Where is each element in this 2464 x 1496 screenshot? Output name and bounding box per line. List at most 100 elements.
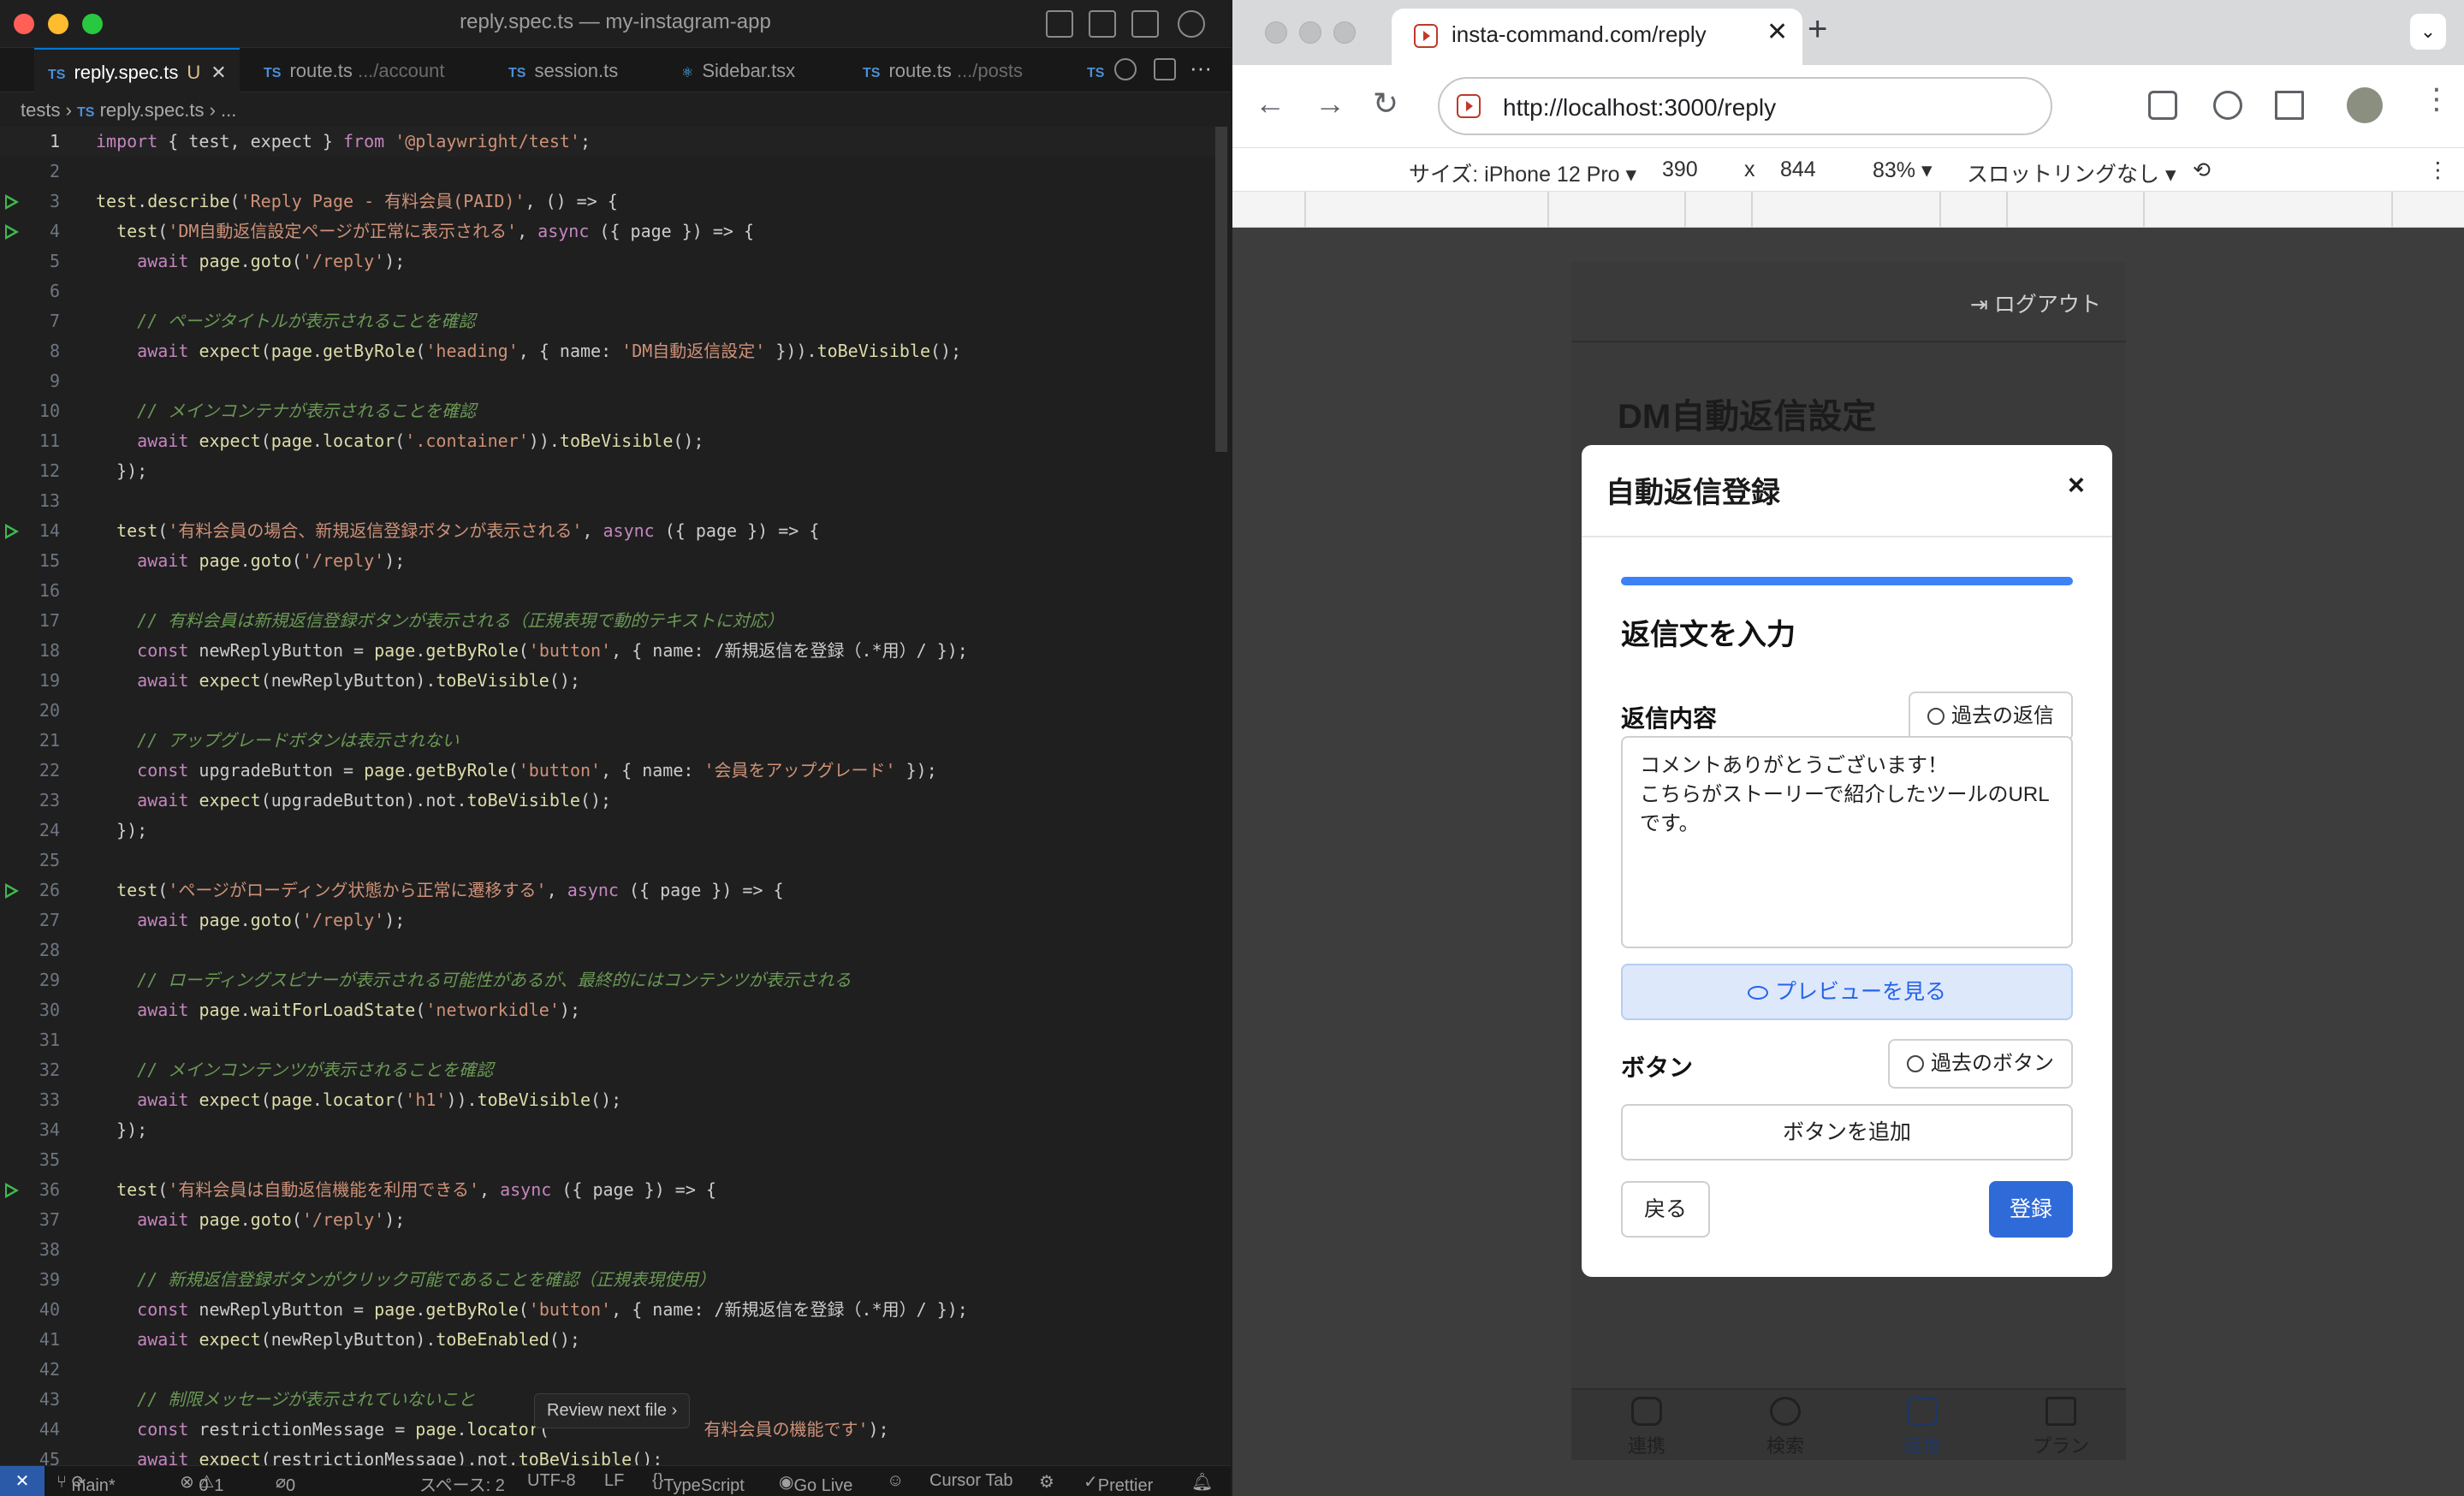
reply-content-textarea[interactable]	[1621, 736, 2073, 948]
code-line[interactable]: 4 test('DM自動返信設定ページが正常に表示される', async ({ …	[0, 217, 1215, 246]
eol-status[interactable]: LF	[604, 1471, 624, 1491]
code-line[interactable]: 31	[0, 1025, 1215, 1055]
code-line[interactable]: 42	[0, 1355, 1215, 1385]
profile-avatar[interactable]	[2347, 87, 2383, 123]
indentation-status[interactable]: スペース: 2	[419, 1471, 505, 1496]
problems-status[interactable]: ⊗ 0 ⚠ 1	[180, 1471, 223, 1495]
browser-menu-icon[interactable]: ⋮	[2422, 82, 2451, 116]
code-line[interactable]: 5 await page.goto('/reply');	[0, 246, 1215, 276]
device-height-input[interactable]: 844	[1780, 157, 1816, 182]
device-select[interactable]: サイズ: iPhone 12 Pro ▾	[1409, 157, 1636, 188]
code-line[interactable]: 32 // メインコンテンツが表示されることを確認	[0, 1055, 1215, 1085]
close-icon[interactable]: ✕	[211, 62, 226, 83]
tab-reply-spec[interactable]: TS reply.spec.ts U ✕	[34, 48, 240, 92]
extensions-icon[interactable]	[2148, 91, 2177, 120]
submit-button[interactable]: 登録	[1989, 1181, 2073, 1238]
code-line[interactable]: 37 await page.goto('/reply');	[0, 1205, 1215, 1235]
remote-icon[interactable]: ✕	[0, 1466, 45, 1496]
tab-session[interactable]: TS session.ts	[508, 48, 618, 92]
code-line[interactable]: 27 await page.goto('/reply');	[0, 905, 1215, 935]
performance-icon[interactable]	[2213, 91, 2242, 120]
editor-scrollbar[interactable]	[1215, 127, 1227, 452]
code-line[interactable]: 14 test('有料会員の場合、新規返信登録ボタンが表示される', async…	[0, 516, 1215, 546]
settings-sync-icon[interactable]: ⚙	[1039, 1471, 1054, 1493]
code-line[interactable]: 18 const newReplyButton = page.getByRole…	[0, 636, 1215, 666]
notifications-bell-icon[interactable]: 🔔︎	[1191, 1471, 1213, 1493]
reload-icon[interactable]: ↻	[1373, 86, 1398, 122]
code-line[interactable]: 26 test('ページがローディング状態から正常に遷移する', async (…	[0, 876, 1215, 905]
nav-reply[interactable]: 返信	[1888, 1397, 1956, 1458]
throttling-select[interactable]: スロットリングなし ▾	[1967, 157, 2176, 188]
back-button[interactable]: 戻る	[1621, 1181, 1710, 1238]
forward-arrow-icon[interactable]: →	[1315, 86, 1345, 122]
close-icon[interactable]: ×	[2068, 469, 2085, 502]
zoom-select[interactable]: 83% ▾	[1873, 157, 1933, 183]
code-line[interactable]: 8 await expect(page.getByRole('heading',…	[0, 336, 1215, 366]
tab-route-account[interactable]: TS route.ts .../account	[264, 48, 444, 92]
code-line[interactable]: 23 await expect(upgradeButton).not.toBeV…	[0, 786, 1215, 816]
past-buttons-button[interactable]: 過去のボタン	[1888, 1039, 2073, 1089]
split-editor-icon[interactable]	[1154, 58, 1176, 80]
review-next-file-button[interactable]: Review next file ›	[534, 1393, 691, 1428]
code-line[interactable]: 17 // 有料会員は新規返信登録ボタンが表示される（正規表現で動的テキストに対…	[0, 606, 1215, 636]
code-area[interactable]: 1 import { test, expect } from '@playwrig…	[0, 127, 1215, 1469]
add-button-button[interactable]: ボタンを追加	[1621, 1104, 2073, 1161]
back-arrow-icon[interactable]: ←	[1255, 86, 1285, 122]
new-tab-button[interactable]: +	[1808, 10, 1827, 49]
nav-link-connect[interactable]: 連携	[1612, 1397, 1681, 1458]
cursor-tab-status[interactable]: Cursor Tab	[929, 1471, 1012, 1491]
address-bar[interactable]: http://localhost:3000/reply	[1438, 77, 2052, 135]
past-replies-button[interactable]: 過去の返信	[1909, 692, 2073, 741]
code-line[interactable]: 2	[0, 157, 1215, 187]
code-line[interactable]: 24 });	[0, 816, 1215, 846]
branch-status[interactable]: ⑂ main* ⟳	[56, 1471, 116, 1495]
code-line[interactable]: 12 });	[0, 456, 1215, 486]
code-line[interactable]: 40 const newReplyButton = page.getByRole…	[0, 1295, 1215, 1325]
toggle-panel-icon[interactable]	[1089, 10, 1116, 38]
code-line[interactable]: 38	[0, 1235, 1215, 1265]
nav-plan[interactable]: プラン	[2027, 1397, 2095, 1458]
device-toolbar-menu-icon[interactable]: ⋮	[2427, 157, 2449, 183]
media-controls-icon[interactable]	[2275, 91, 2304, 120]
code-line[interactable]: 29 // ローディングスピナーが表示される可能性があるが、最終的にはコンテンツ…	[0, 965, 1215, 995]
window-close-button[interactable]	[1265, 21, 1287, 44]
code-line[interactable]: 7 // ページタイトルが表示されることを確認	[0, 306, 1215, 336]
device-width-input[interactable]: 390	[1662, 157, 1698, 182]
window-maximize-button[interactable]	[1333, 21, 1356, 44]
code-line[interactable]: 15 await page.goto('/reply');	[0, 546, 1215, 576]
code-line[interactable]: 21 // アップグレードボタンは表示されない	[0, 726, 1215, 756]
code-line[interactable]: 30 await page.waitForLoadState('networki…	[0, 995, 1215, 1025]
nav-search[interactable]: 検索	[1751, 1397, 1820, 1458]
code-line[interactable]: 3 test.describe('Reply Page - 有料会員(PAID)'…	[0, 187, 1215, 217]
more-actions-icon[interactable]: ···	[1190, 55, 1212, 81]
code-line[interactable]: 25	[0, 846, 1215, 876]
code-line[interactable]: 28	[0, 935, 1215, 965]
chevron-down-icon[interactable]: ⌄	[2410, 14, 2446, 50]
close-tab-icon[interactable]: ✕	[1766, 17, 1788, 47]
code-line[interactable]: 22 const upgradeButton = page.getByRole(…	[0, 756, 1215, 786]
toggle-sidebar-icon[interactable]	[1046, 10, 1073, 38]
code-line[interactable]: 1 import { test, expect } from '@playwrig…	[0, 127, 1215, 157]
code-line[interactable]: 9	[0, 366, 1215, 396]
code-line[interactable]: 34 });	[0, 1115, 1215, 1145]
tab-sidebar[interactable]: ⚛ Sidebar.tsx	[681, 48, 795, 92]
source-control-icon[interactable]	[1114, 58, 1137, 80]
rotate-device-icon[interactable]: ⟲	[2193, 157, 2211, 183]
encoding-status[interactable]: UTF-8	[527, 1471, 576, 1491]
preview-button[interactable]: プレビューを見る	[1621, 964, 2073, 1020]
code-line[interactable]: 10 // メインコンテナが表示されることを確認	[0, 396, 1215, 426]
window-minimize-button[interactable]	[1299, 21, 1321, 44]
logout-link[interactable]: ⇥ ログアウト	[1970, 288, 2101, 318]
code-line[interactable]: 35	[0, 1145, 1215, 1175]
code-line[interactable]: 39 // 新規返信登録ボタンがクリック可能であることを確認（正規表現使用）	[0, 1265, 1215, 1295]
language-status[interactable]: {} TypeScript	[652, 1471, 745, 1495]
code-line[interactable]: 11 await expect(page.locator('.container…	[0, 426, 1215, 456]
code-line[interactable]: 33 await expect(page.locator('h1')).toBe…	[0, 1085, 1215, 1115]
toggle-secondary-sidebar-icon[interactable]	[1131, 10, 1159, 38]
gear-icon[interactable]	[1178, 10, 1205, 38]
browser-tab-reply[interactable]: insta-command.com/reply ✕	[1392, 9, 1802, 65]
code-line[interactable]: 6	[0, 276, 1215, 306]
code-line[interactable]: 41 await expect(newReplyButton).toBeEnab…	[0, 1325, 1215, 1355]
code-line[interactable]: 13	[0, 486, 1215, 516]
prettier-status[interactable]: ✓ Prettier	[1084, 1471, 1153, 1495]
